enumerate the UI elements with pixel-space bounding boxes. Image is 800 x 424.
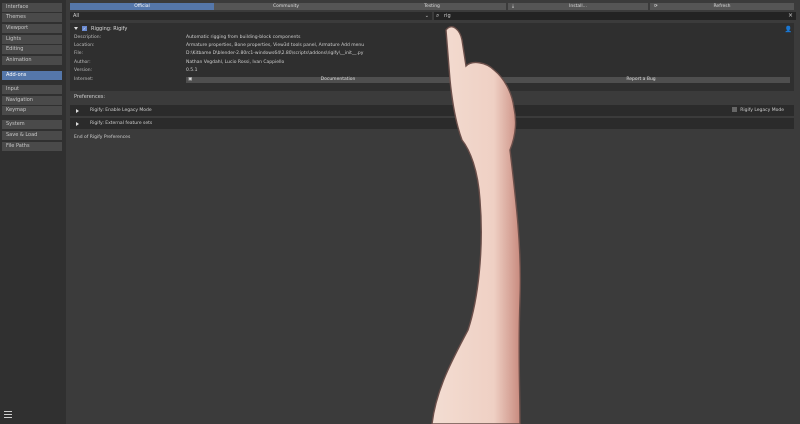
- pointing-hand-overlay: [431, 26, 522, 424]
- pointing-finger-and-arm: [431, 26, 522, 424]
